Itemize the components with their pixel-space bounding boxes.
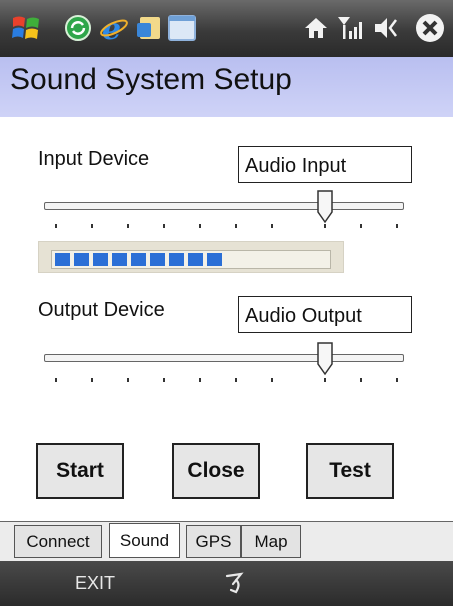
slider-tick — [271, 378, 273, 382]
level-segment — [207, 253, 222, 266]
output-slider-track[interactable] — [44, 354, 404, 362]
slider-tick — [324, 224, 326, 228]
tab-bar: Connect Sound GPS Map — [0, 521, 453, 562]
level-segment — [55, 253, 70, 266]
output-device-label: Output Device — [38, 299, 165, 321]
input-level-meter — [38, 241, 344, 273]
softkey-bar: EXIT — [0, 561, 453, 606]
level-segment — [188, 253, 203, 266]
tab-connect[interactable]: Connect — [14, 525, 102, 558]
slider-tick — [235, 224, 237, 228]
volume-icon[interactable] — [371, 12, 403, 44]
level-segment — [93, 253, 108, 266]
test-button[interactable]: Test — [306, 443, 394, 499]
slider-tick — [396, 224, 398, 228]
slider-tick — [55, 378, 57, 382]
slider-tick — [127, 378, 129, 382]
close-button[interactable]: Close — [172, 443, 260, 499]
page-title: Sound System Setup — [10, 63, 292, 96]
input-slider-track[interactable] — [44, 202, 404, 210]
slider-tick — [235, 378, 237, 382]
slider-tick — [163, 378, 165, 382]
back-arrow-icon[interactable] — [223, 570, 247, 596]
signal-icon[interactable] — [334, 12, 366, 44]
home-icon[interactable] — [300, 12, 332, 44]
slider-tick — [199, 378, 201, 382]
level-segment — [112, 253, 127, 266]
slider-tick — [163, 224, 165, 228]
output-device-field[interactable]: Audio Output — [238, 296, 412, 333]
slider-tick — [199, 224, 201, 228]
slider-tick — [324, 378, 326, 382]
messaging-icon[interactable] — [133, 12, 165, 44]
slider-tick — [91, 378, 93, 382]
slider-tick — [55, 224, 57, 228]
slider-tick — [360, 224, 362, 228]
input-device-label: Input Device — [38, 148, 150, 170]
slider-tick — [360, 378, 362, 382]
slider-tick — [91, 224, 93, 228]
title-bar: Sound System Setup — [0, 57, 453, 117]
start-button[interactable]: Start — [36, 443, 124, 499]
status-taskbar: e — [0, 0, 453, 57]
level-segment — [150, 253, 165, 266]
input-device-field[interactable]: Audio Input — [238, 146, 412, 183]
tab-sound[interactable]: Sound — [109, 523, 180, 558]
internet-explorer-icon[interactable]: e — [98, 12, 130, 44]
close-icon[interactable] — [414, 12, 446, 44]
tab-gps[interactable]: GPS — [186, 525, 241, 558]
window-icon[interactable] — [166, 12, 198, 44]
level-segment — [131, 253, 146, 266]
level-segment — [74, 253, 89, 266]
level-meter-track — [51, 250, 331, 269]
tab-map[interactable]: Map — [241, 525, 301, 558]
slider-tick — [271, 224, 273, 228]
exit-softkey[interactable]: EXIT — [75, 573, 115, 594]
input-slider-thumb[interactable] — [316, 190, 334, 224]
output-slider-thumb[interactable] — [316, 342, 334, 376]
sync-icon[interactable] — [62, 12, 94, 44]
slider-tick — [396, 378, 398, 382]
windows-start-icon[interactable] — [10, 12, 42, 44]
slider-tick — [127, 224, 129, 228]
level-segment — [169, 253, 184, 266]
